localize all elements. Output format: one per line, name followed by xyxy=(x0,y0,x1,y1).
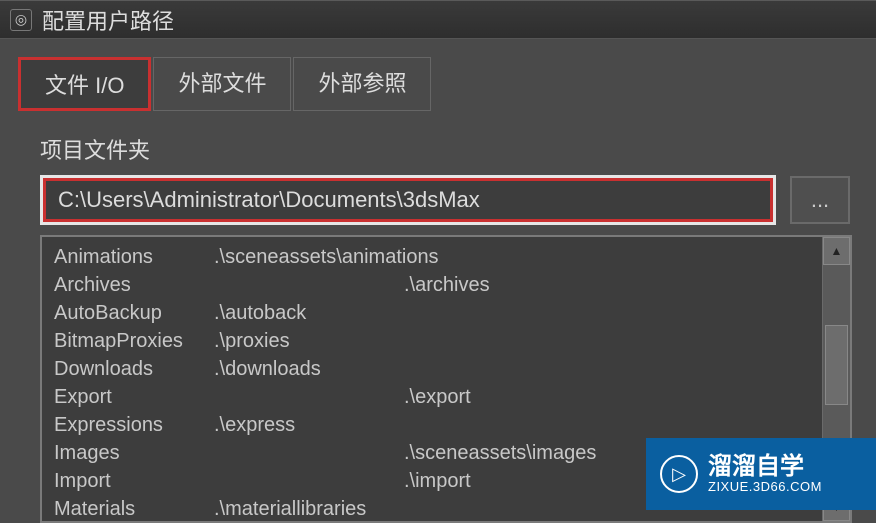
list-item[interactable]: Export .\export xyxy=(54,383,810,411)
path-col2: .\sceneassets\animations xyxy=(214,243,404,271)
window-titlebar: ◎ 配置用户路径 xyxy=(0,0,876,38)
list-item[interactable]: BitmapProxies.\proxies xyxy=(54,327,810,355)
path-col3 xyxy=(404,327,810,355)
path-col2 xyxy=(214,271,404,299)
tab-external-files[interactable]: 外部文件 xyxy=(153,57,291,111)
path-col3 xyxy=(404,243,810,271)
path-col2: .\materiallibraries xyxy=(214,495,404,521)
play-icon: ▷ xyxy=(660,455,698,493)
path-col2: .\express xyxy=(214,411,404,439)
path-col2 xyxy=(214,439,404,467)
tab-external-refs[interactable]: 外部参照 xyxy=(293,57,431,111)
path-col3 xyxy=(404,411,810,439)
path-row: ... xyxy=(40,175,852,225)
tab-bar: 文件 I/O 外部文件 外部参照 xyxy=(0,38,876,111)
watermark-title: 溜溜自学 xyxy=(708,454,822,480)
path-col2: .\proxies xyxy=(214,327,404,355)
list-item[interactable]: Animations.\sceneassets\animations xyxy=(54,243,810,271)
path-col3 xyxy=(404,299,810,327)
project-path-box xyxy=(40,175,776,225)
list-item[interactable]: Downloads.\downloads xyxy=(54,355,810,383)
watermark: ▷ 溜溜自学 ZIXUE.3D66.COM xyxy=(646,438,876,510)
project-path-input[interactable] xyxy=(58,187,758,213)
list-item[interactable]: Expressions.\express xyxy=(54,411,810,439)
list-item[interactable]: AutoBackup.\autoback xyxy=(54,299,810,327)
app-icon: ◎ xyxy=(10,9,32,31)
path-name: Downloads xyxy=(54,355,214,383)
path-col2 xyxy=(214,467,404,495)
path-name: Export xyxy=(54,383,214,411)
watermark-url: ZIXUE.3D66.COM xyxy=(708,480,822,494)
path-name: BitmapProxies xyxy=(54,327,214,355)
path-name: AutoBackup xyxy=(54,299,214,327)
path-col2: .\downloads xyxy=(214,355,404,383)
path-col2 xyxy=(214,383,404,411)
path-col3: .\export xyxy=(404,383,810,411)
tab-file-io[interactable]: 文件 I/O xyxy=(18,57,151,111)
path-col3 xyxy=(404,355,810,383)
list-item[interactable]: Archives .\archives xyxy=(54,271,810,299)
project-folder-label: 项目文件夹 xyxy=(40,133,852,165)
scroll-thumb[interactable] xyxy=(825,325,848,405)
browse-button[interactable]: ... xyxy=(790,176,850,224)
path-col2: .\autoback xyxy=(214,299,404,327)
path-name: Materials xyxy=(54,495,214,521)
window-title: 配置用户路径 xyxy=(42,4,174,36)
path-name: Archives xyxy=(54,271,214,299)
path-col3: .\archives xyxy=(404,271,810,299)
path-name: Import xyxy=(54,467,214,495)
scroll-up-button[interactable]: ▲ xyxy=(823,237,850,265)
path-name: Images xyxy=(54,439,214,467)
path-name: Expressions xyxy=(54,411,214,439)
path-name: Animations xyxy=(54,243,214,271)
